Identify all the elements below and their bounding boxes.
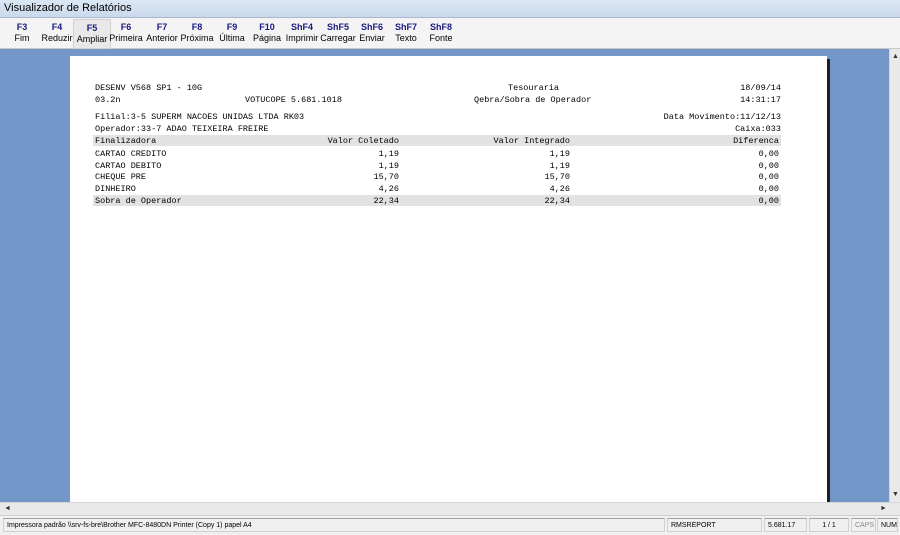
shortcut-key: F6	[120, 22, 132, 32]
button-label: Primeira	[109, 33, 143, 43]
table-cell: 4,26	[549, 184, 570, 194]
shortcut-key: ShF8	[429, 22, 452, 32]
program-version: 03.2n	[95, 95, 121, 105]
printer-status: Impressora padrão \\srv-fs-bre\Brother M…	[3, 518, 665, 532]
shortcut-key: F9	[226, 22, 238, 32]
table-cell: 15,70	[544, 172, 570, 182]
shortcut-key: ShF5	[326, 22, 349, 32]
table-cell: 1,19	[549, 161, 570, 171]
column-header-finalizadora: Finalizadora	[95, 136, 157, 146]
button-label: Próxima	[180, 33, 214, 43]
button-label: Fim	[14, 33, 30, 43]
anterior-button[interactable]: F7 Anterior	[144, 19, 180, 47]
button-label: Ampliar	[76, 34, 108, 44]
shortcut-key: F4	[51, 22, 63, 32]
proxima-button[interactable]: F8 Próxima	[179, 19, 215, 47]
total-cell: 0,00	[758, 196, 779, 206]
report-date: 18/09/14	[740, 83, 781, 93]
pagina-button[interactable]: F10 Página	[249, 19, 285, 47]
num-lock-indicator: NUM	[877, 518, 898, 532]
shortcut-key: F10	[259, 22, 275, 32]
button-label: Enviar	[359, 33, 385, 43]
total-label: Sobra de Operador	[95, 196, 182, 206]
table-cell: 1,19	[549, 149, 570, 159]
cashier-number: Caixa:033	[735, 124, 781, 134]
version-number: 5.681.17	[764, 518, 807, 532]
shortcut-key: F5	[86, 23, 98, 33]
table-cell: 0,00	[758, 149, 779, 159]
total-row	[93, 195, 781, 206]
scroll-down-icon[interactable]: ▼	[891, 489, 900, 500]
table-row: CARTAO CREDITO	[95, 149, 167, 159]
enviar-button[interactable]: ShF6 Enviar	[354, 19, 390, 47]
report-viewport: DESENV V568 SP1 - 10G Tesouraria 18/09/1…	[0, 49, 889, 502]
report-page: DESENV V568 SP1 - 10G Tesouraria 18/09/1…	[70, 56, 827, 502]
shortcut-key: F7	[156, 22, 168, 32]
scroll-right-icon[interactable]: ►	[878, 503, 889, 515]
texto-button[interactable]: ShF7 Texto	[388, 19, 424, 47]
carregar-button[interactable]: ShF5 Carregar	[320, 19, 356, 47]
button-label: Fonte	[429, 33, 453, 43]
module-name: RMSREPORT	[667, 518, 762, 532]
filial-info: Filial:3-5 SUPERM NACOES UNIDAS LTDA RK0…	[95, 112, 305, 122]
total-cell: 22,34	[373, 196, 399, 206]
title-bar: Visualizador de Relatórios	[0, 0, 900, 18]
operator-info: Operador:33-7 ADAO TEIXEIRA FREIRE	[95, 124, 269, 134]
button-label: Imprimir	[285, 33, 319, 43]
scroll-left-icon[interactable]: ◄	[2, 503, 13, 515]
column-header-valor-coletado: Valor Coletado	[327, 136, 399, 146]
shortcut-key: ShF6	[360, 22, 383, 32]
shortcut-key: ShF7	[394, 22, 417, 32]
shortcut-key: ShF4	[290, 22, 313, 32]
fonte-button[interactable]: ShF8 Fonte	[423, 19, 459, 47]
table-row: CHEQUE PRE	[95, 172, 147, 182]
movement-date: Data Movimento:11/12/13	[663, 112, 781, 122]
column-header-diferenca: Diferenca	[733, 136, 779, 146]
button-label: Carregar	[320, 33, 356, 43]
button-label: Anterior	[146, 33, 178, 43]
imprimir-button[interactable]: ShF4 Imprimir	[284, 19, 320, 47]
scroll-up-icon[interactable]: ▲	[891, 51, 900, 62]
total-cell: 22,34	[544, 196, 570, 206]
page-indicator: 1 / 1	[809, 518, 849, 532]
button-label: Página	[252, 33, 282, 43]
report-title: Qebra/Sobra de Operador	[474, 95, 592, 105]
horizontal-scrollbar[interactable]: ◄ ►	[0, 502, 900, 515]
shortcut-key: F8	[191, 22, 203, 32]
button-label: Texto	[395, 33, 417, 43]
shortcut-key: F3	[16, 22, 28, 32]
table-cell: 1,19	[378, 149, 399, 159]
reduzir-button[interactable]: F4 Reduzir	[39, 19, 75, 47]
button-label: Última	[219, 33, 245, 43]
ampliar-button[interactable]: F5 Ampliar	[73, 19, 111, 49]
table-cell: 0,00	[758, 184, 779, 194]
window-title: Visualizador de Relatórios	[4, 2, 132, 14]
caps-lock-indicator: CAPS	[851, 518, 876, 532]
table-row: DINHEIRO	[95, 184, 136, 194]
table-header	[93, 135, 781, 146]
column-header-valor-integrado: Valor Integrado	[493, 136, 570, 146]
table-row: CARTAO DEBITO	[95, 161, 162, 171]
fim-button[interactable]: F3 Fim	[4, 19, 40, 47]
table-cell: 15,70	[373, 172, 399, 182]
report-time: 14:31:17	[740, 95, 781, 105]
table-cell: 4,26	[378, 184, 399, 194]
table-cell: 0,00	[758, 172, 779, 182]
table-cell: 0,00	[758, 161, 779, 171]
button-label: Reduzir	[41, 33, 73, 43]
ultima-button[interactable]: F9 Última	[214, 19, 250, 47]
system-version: DESENV V568 SP1 - 10G	[95, 83, 203, 93]
status-bar: Impressora padrão \\srv-fs-bre\Brother M…	[0, 515, 900, 535]
department: Tesouraria	[508, 83, 560, 93]
vertical-scrollbar[interactable]: ▲ ▼	[889, 49, 900, 502]
primeira-button[interactable]: F6 Primeira	[108, 19, 144, 47]
company-name: VOTUCOPE 5.681.1018	[245, 95, 342, 105]
toolbar: F3 Fim F4 Reduzir F5 Ampliar F6 Primeira F7 A…	[0, 18, 900, 49]
table-cell: 1,19	[378, 161, 399, 171]
